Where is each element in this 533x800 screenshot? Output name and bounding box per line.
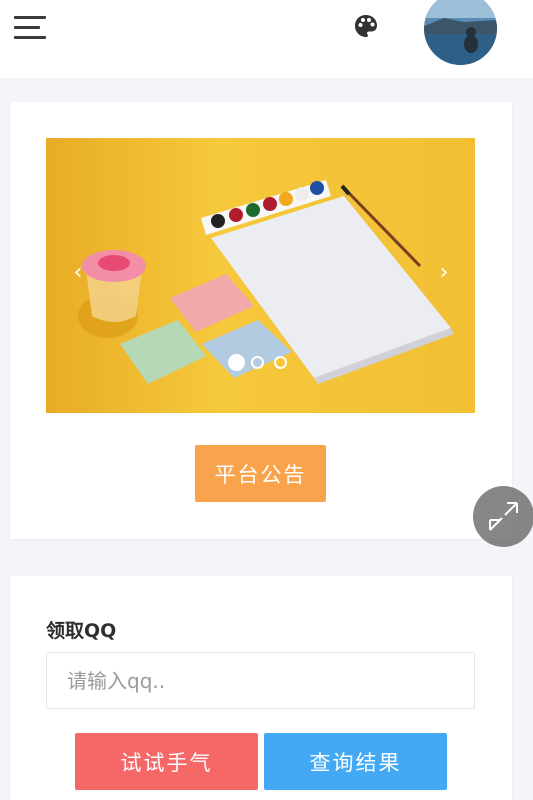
user-avatar[interactable] <box>424 0 497 65</box>
banner-card: ‹ › 平台公告 <box>10 102 512 539</box>
hamburger-menu-icon[interactable] <box>14 16 46 40</box>
carousel-dot-1[interactable] <box>228 354 245 371</box>
query-result-button[interactable]: 查询结果 <box>264 733 447 790</box>
carousel-next-arrow[interactable]: › <box>434 256 454 290</box>
carousel-dot-3[interactable] <box>274 356 287 369</box>
try-luck-button[interactable]: 试试手气 <box>75 733 258 790</box>
carousel-prev-arrow[interactable]: ‹ <box>68 256 88 290</box>
banner-carousel[interactable]: ‹ › <box>46 138 475 413</box>
collapse-arrows-icon[interactable] <box>473 486 533 547</box>
claim-qq-title: 领取QQ <box>46 620 117 642</box>
top-bar <box>0 0 533 78</box>
banner-image <box>46 138 475 413</box>
palette-icon[interactable] <box>352 12 380 40</box>
claim-qq-card: 领取QQ 试试手气 查询结果 <box>10 576 512 800</box>
qq-input[interactable] <box>46 652 475 709</box>
platform-notice-button[interactable]: 平台公告 <box>195 445 326 502</box>
carousel-dot-2[interactable] <box>251 356 264 369</box>
